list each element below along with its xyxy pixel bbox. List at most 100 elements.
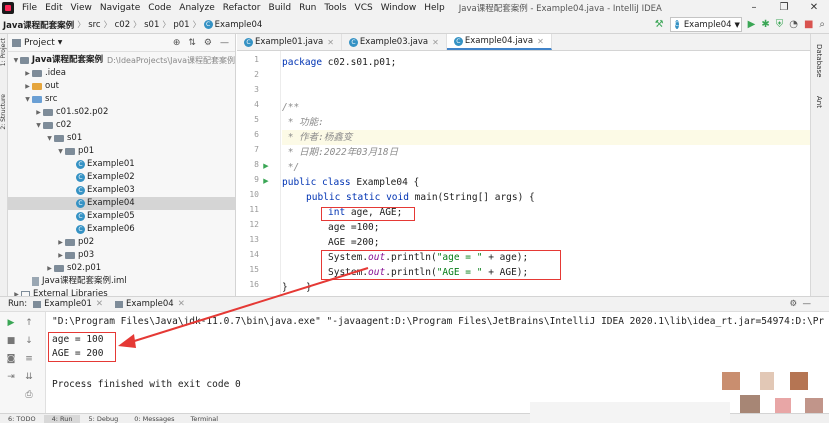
close-icon[interactable]: ✕ xyxy=(432,38,439,47)
messages-tool-tab[interactable]: 0: Messages xyxy=(126,415,182,423)
tree-item[interactable]: ▶ s02.p01 xyxy=(8,262,235,275)
run-tab-example04[interactable]: Example04 ✕ xyxy=(109,299,191,309)
tree-item[interactable]: ▶ c01.s02.p02 xyxy=(8,106,235,119)
close-icon[interactable]: ✕ xyxy=(327,38,334,47)
project-tool-tab[interactable]: 1: Project xyxy=(0,38,8,66)
gear-icon[interactable]: ⚙ — xyxy=(789,299,829,309)
scroll-end-icon[interactable]: ⇊ xyxy=(22,372,36,382)
restore-button[interactable]: ❐ xyxy=(769,0,799,16)
expand-arrow-icon[interactable]: ▼ xyxy=(56,145,65,158)
run-configuration-select[interactable]: C Example04 ▼ xyxy=(669,17,742,32)
menu-run[interactable]: Run xyxy=(295,3,320,13)
camera-icon[interactable]: ◙ xyxy=(4,354,18,364)
tree-item[interactable]: ▼ s01 xyxy=(8,132,235,145)
build-hammer-icon[interactable]: ⚒ xyxy=(655,18,664,32)
soft-wrap-icon[interactable]: ≡ xyxy=(22,354,36,364)
menu-build[interactable]: Build xyxy=(265,3,296,13)
tree-item[interactable]: C Example04 xyxy=(8,197,235,210)
expand-arrow-icon[interactable]: ▼ xyxy=(23,93,32,106)
menu-analyze[interactable]: Analyze xyxy=(175,3,218,13)
tree-item[interactable]: ▶ p02 xyxy=(8,236,235,249)
close-icon[interactable]: ✕ xyxy=(178,299,185,309)
tree-item[interactable]: Java课程配套案例.iml xyxy=(8,275,235,288)
menu-window[interactable]: Window xyxy=(377,3,421,13)
folder-icon xyxy=(32,96,42,103)
debug-tool-tab[interactable]: 5: Debug xyxy=(80,415,126,423)
menu-code[interactable]: Code xyxy=(144,3,175,13)
stop-icon[interactable]: ■ xyxy=(4,336,18,346)
tree-item[interactable]: ▶ .idea xyxy=(8,67,235,80)
run-gutter-icon[interactable]: ▶ xyxy=(259,177,273,185)
menu-file[interactable]: File xyxy=(18,3,41,13)
tab-example04[interactable]: C Example04.java ✕ xyxy=(446,34,552,50)
breadcrumb-src[interactable]: src xyxy=(85,20,103,30)
breadcrumb-c02[interactable]: c02 xyxy=(112,20,134,30)
expand-arrow-icon[interactable]: ▼ xyxy=(45,132,54,145)
collapse-arrow-icon[interactable]: ▶ xyxy=(45,262,54,275)
run-icon[interactable]: ▶ xyxy=(748,18,756,32)
console-output[interactable]: "D:\Program Files\Java\jdk-11.0.7\bin\ja… xyxy=(46,312,829,414)
run-gutter-icon[interactable]: ▶ xyxy=(259,162,273,170)
tree-item[interactable]: ▶ External Libraries xyxy=(8,288,235,296)
tree-item[interactable]: ▼ Java课程配套案例 D:\IdeaProjects\Java课程配套案例 xyxy=(8,54,235,67)
collapse-arrow-icon[interactable]: ▶ xyxy=(12,288,21,296)
minimize-button[interactable]: – xyxy=(739,0,769,16)
todo-tool-tab[interactable]: 6: TODO xyxy=(0,415,44,423)
breadcrumb-project[interactable]: Java课程配套案例 xyxy=(0,19,77,31)
menu-navigate[interactable]: Navigate xyxy=(96,3,144,13)
menu-view[interactable]: View xyxy=(67,3,96,13)
up-arrow-icon[interactable]: ↑ xyxy=(22,318,36,328)
database-tool-tab[interactable]: Database xyxy=(815,44,823,77)
rerun-icon[interactable]: ▶ xyxy=(4,318,18,328)
tree-item[interactable]: ▶ out xyxy=(8,80,235,93)
tab-example03[interactable]: C Example03.java ✕ xyxy=(342,34,447,50)
locate-icon[interactable]: ⊕ xyxy=(173,38,181,48)
menu-vcs[interactable]: VCS xyxy=(351,3,377,13)
menu-edit[interactable]: Edit xyxy=(41,3,66,13)
hide-icon[interactable]: — xyxy=(220,38,229,48)
debug-icon[interactable]: ✱ xyxy=(761,18,769,32)
profile-icon[interactable]: ◔ xyxy=(789,18,798,32)
gear-icon[interactable]: ⚙ xyxy=(204,38,212,48)
print-icon[interactable]: ⎙ xyxy=(22,390,36,400)
tree-item[interactable]: ▼ src xyxy=(8,93,235,106)
search-icon[interactable]: ⌕ xyxy=(819,18,825,32)
ant-tool-tab[interactable]: Ant xyxy=(815,96,823,108)
menu-tools[interactable]: Tools xyxy=(320,3,350,13)
breadcrumb-s01[interactable]: s01 xyxy=(141,20,162,30)
collapse-arrow-icon[interactable]: ▶ xyxy=(23,80,32,93)
tree-item[interactable]: C Example03 xyxy=(8,184,235,197)
breadcrumb-p01[interactable]: p01 xyxy=(170,20,192,30)
breadcrumb-example04[interactable]: C Example04 xyxy=(201,19,266,30)
down-arrow-icon[interactable]: ↓ xyxy=(22,336,36,346)
tree-item[interactable]: ▼ p01 xyxy=(8,145,235,158)
terminal-tool-tab[interactable]: Terminal xyxy=(183,415,226,423)
collapse-arrow-icon[interactable]: ▶ xyxy=(23,67,32,80)
project-view-select[interactable]: Project xyxy=(24,38,55,48)
coverage-icon[interactable]: ⛨ xyxy=(776,18,784,32)
tree-item[interactable]: C Example06 xyxy=(8,223,235,236)
exit-icon[interactable]: ⇥ xyxy=(4,372,18,382)
close-icon[interactable]: ✕ xyxy=(96,299,103,309)
collapse-arrow-icon[interactable]: ▶ xyxy=(56,249,65,262)
menu-help[interactable]: Help xyxy=(420,3,449,13)
close-button[interactable]: ✕ xyxy=(799,0,829,16)
collapse-arrow-icon[interactable]: ▶ xyxy=(34,106,43,119)
tree-item[interactable]: ▶ p03 xyxy=(8,249,235,262)
collapse-arrow-icon[interactable]: ▶ xyxy=(56,236,65,249)
tree-item[interactable]: ▼ c02 xyxy=(8,119,235,132)
tab-example01[interactable]: C Example01.java ✕ xyxy=(237,34,342,50)
code-area[interactable]: 1 2 3 4 5 6 7 8 9 10 11 12 13 14 15 16 ▶ ▶ package c02.s0… xyxy=(237,51,810,296)
tree-item[interactable]: C Example01 xyxy=(8,158,235,171)
tree-item[interactable]: C Example02 xyxy=(8,171,235,184)
run-tool-tab[interactable]: 4: Run xyxy=(43,414,81,423)
structure-tool-tab[interactable]: 2: Structure xyxy=(0,94,8,130)
run-tab-example01[interactable]: Example01 ✕ xyxy=(27,299,109,309)
collapse-all-icon[interactable]: ⇅ xyxy=(188,38,196,48)
expand-arrow-icon[interactable]: ▼ xyxy=(34,119,43,132)
tree-item[interactable]: C Example05 xyxy=(8,210,235,223)
close-icon[interactable]: ✕ xyxy=(537,37,544,46)
menu-refactor[interactable]: Refactor xyxy=(219,3,265,13)
stop-icon[interactable]: ■ xyxy=(804,18,813,32)
expand-arrow-icon[interactable]: ▼ xyxy=(12,54,20,67)
